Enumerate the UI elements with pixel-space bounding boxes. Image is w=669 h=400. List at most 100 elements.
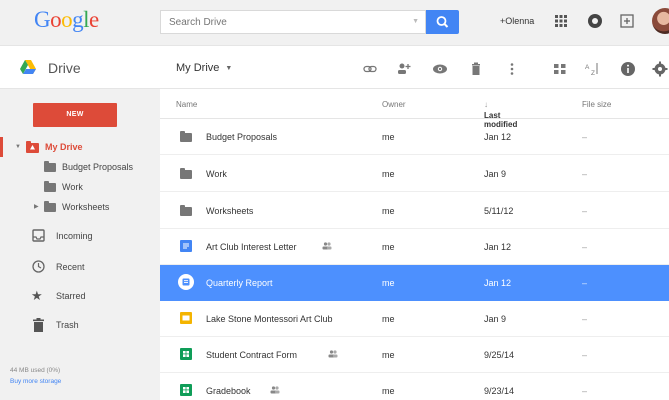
logo-letter: g [72, 7, 84, 32]
sidebar-item-worksheets[interactable]: ▶ Worksheets [0, 197, 160, 217]
sidebar-item-recent[interactable]: Recent [0, 257, 160, 277]
google-logo[interactable]: Google [34, 7, 99, 33]
folder-icon [44, 161, 56, 172]
sidebar-item-starred[interactable]: ★ Starred [0, 286, 160, 306]
avatar[interactable] [652, 8, 669, 34]
file-modified: 5/11/12 [484, 206, 514, 216]
sidebar-item-trash[interactable]: Trash [0, 315, 160, 335]
sheet-icon [180, 384, 192, 396]
sidebar-item-label: Incoming [56, 231, 93, 241]
file-owner: me [382, 314, 395, 324]
sidebar-item-budget-proposals[interactable]: Budget Proposals [0, 157, 160, 177]
search-input[interactable] [161, 11, 401, 33]
file-size: – [582, 386, 588, 396]
settings-icon[interactable] [652, 61, 668, 77]
column-header-owner[interactable]: Owner [382, 100, 406, 109]
sidebar-item-label: Work [62, 182, 83, 192]
file-modified: 9/25/14 [484, 350, 515, 360]
sidebar-item-label: My Drive [45, 142, 83, 152]
buy-storage-link[interactable]: Buy more storage [10, 378, 61, 385]
table-row[interactable]: Art Club Interest Letter me Jan 12 – [160, 229, 669, 265]
file-modified: 9/23/14 [484, 386, 515, 396]
new-button[interactable]: NEW [33, 103, 117, 127]
preview-icon[interactable] [432, 61, 448, 77]
logo-letter: o [50, 7, 62, 32]
folder-icon [44, 181, 56, 192]
sort-arrow-icon: ↓ [484, 100, 488, 109]
sort-icon[interactable]: AZ [584, 61, 600, 77]
add-people-icon[interactable] [396, 61, 412, 77]
sidebar: NEW ▼ My Drive Budget Proposals Work ▶ W… [0, 89, 160, 400]
sidebar-item-my-drive[interactable]: ▼ My Drive [0, 137, 160, 157]
table-row[interactable]: Work me Jan 9 – [160, 156, 669, 192]
file-owner: me [382, 242, 395, 252]
doc-icon [178, 274, 194, 290]
column-header-file-size[interactable]: File size [582, 100, 611, 109]
chevron-down-icon: ▼ [225, 64, 233, 72]
delete-icon[interactable] [468, 61, 484, 77]
details-icon[interactable] [620, 61, 636, 77]
drive-toolbar: Drive My Drive ▼ AZ [0, 47, 669, 89]
table-row[interactable]: Worksheets me 5/11/12 – [160, 193, 669, 229]
svg-text:A: A [585, 64, 590, 71]
file-size: – [582, 350, 588, 360]
breadcrumb[interactable]: My Drive ▼ [176, 62, 232, 74]
file-size: – [582, 314, 588, 324]
trash-icon [33, 318, 44, 332]
shared-icon [322, 242, 332, 250]
sidebar-item-label: Budget Proposals [62, 162, 134, 172]
file-owner: me [382, 278, 395, 288]
file-list: Name Owner Last modified ↓ File size Bud… [160, 89, 669, 400]
list-header: Name Owner Last modified ↓ File size [160, 89, 669, 129]
drive-logo-icon [20, 60, 36, 74]
slides-icon [180, 312, 192, 324]
breadcrumb-label: My Drive [176, 62, 220, 74]
notifications-icon[interactable] [586, 12, 604, 30]
user-name-link[interactable]: +Olenna [500, 16, 534, 26]
chevron-right-icon[interactable]: ▶ [34, 197, 39, 217]
table-row[interactable]: Student Contract Form me 9/25/14 – [160, 337, 669, 373]
top-bar: Google ▼ +Olenna [0, 0, 669, 46]
table-row[interactable]: Gradebook me 9/23/14 – [160, 373, 669, 400]
table-row[interactable]: Budget Proposals me Jan 12 – [160, 119, 669, 155]
expand-arrow-icon[interactable]: ▼ [15, 137, 21, 157]
file-name: Quarterly Report [206, 278, 273, 288]
table-row[interactable]: Quarterly Report me Jan 12 – [160, 265, 669, 301]
app-name: Drive [48, 60, 81, 76]
file-owner: me [382, 169, 395, 179]
folder-icon [180, 168, 192, 179]
shared-icon [270, 386, 280, 394]
table-row[interactable]: Lake Stone Montessori Art Club me Jan 9 … [160, 301, 669, 337]
file-modified: Jan 12 [484, 242, 512, 252]
my-drive-icon [26, 141, 39, 153]
file-name: Worksheets [206, 206, 254, 216]
sidebar-item-work[interactable]: Work [0, 177, 160, 197]
file-owner: me [382, 132, 395, 142]
column-header-name[interactable]: Name [176, 100, 197, 109]
file-size: – [582, 278, 588, 288]
file-size: – [582, 169, 588, 179]
svg-text:Z: Z [591, 70, 595, 77]
file-name: Work [206, 169, 227, 179]
search-icon [436, 16, 449, 28]
file-modified: Jan 9 [484, 314, 507, 324]
share-box-icon[interactable] [618, 12, 636, 30]
file-modified: Jan 12 [484, 278, 512, 288]
folder-icon [44, 201, 56, 212]
sidebar-item-incoming[interactable]: Incoming [0, 226, 160, 246]
file-modified: Jan 9 [484, 169, 507, 179]
get-link-icon[interactable] [362, 61, 378, 77]
search-options-icon[interactable]: ▼ [412, 18, 419, 25]
star-icon: ★ [31, 288, 43, 303]
column-header-last-modified[interactable]: Last modified ↓ [484, 100, 517, 129]
clock-icon [32, 260, 45, 273]
more-icon[interactable] [504, 61, 520, 77]
apps-grid-icon[interactable] [552, 12, 570, 30]
file-owner: me [382, 350, 395, 360]
doc-icon [180, 240, 192, 252]
file-name: Student Contract Form [206, 350, 298, 360]
storage-usage: 44 MB used (0%) [10, 367, 61, 374]
file-owner: me [382, 206, 395, 216]
search-button[interactable] [426, 10, 459, 34]
grid-view-icon[interactable] [552, 61, 568, 77]
